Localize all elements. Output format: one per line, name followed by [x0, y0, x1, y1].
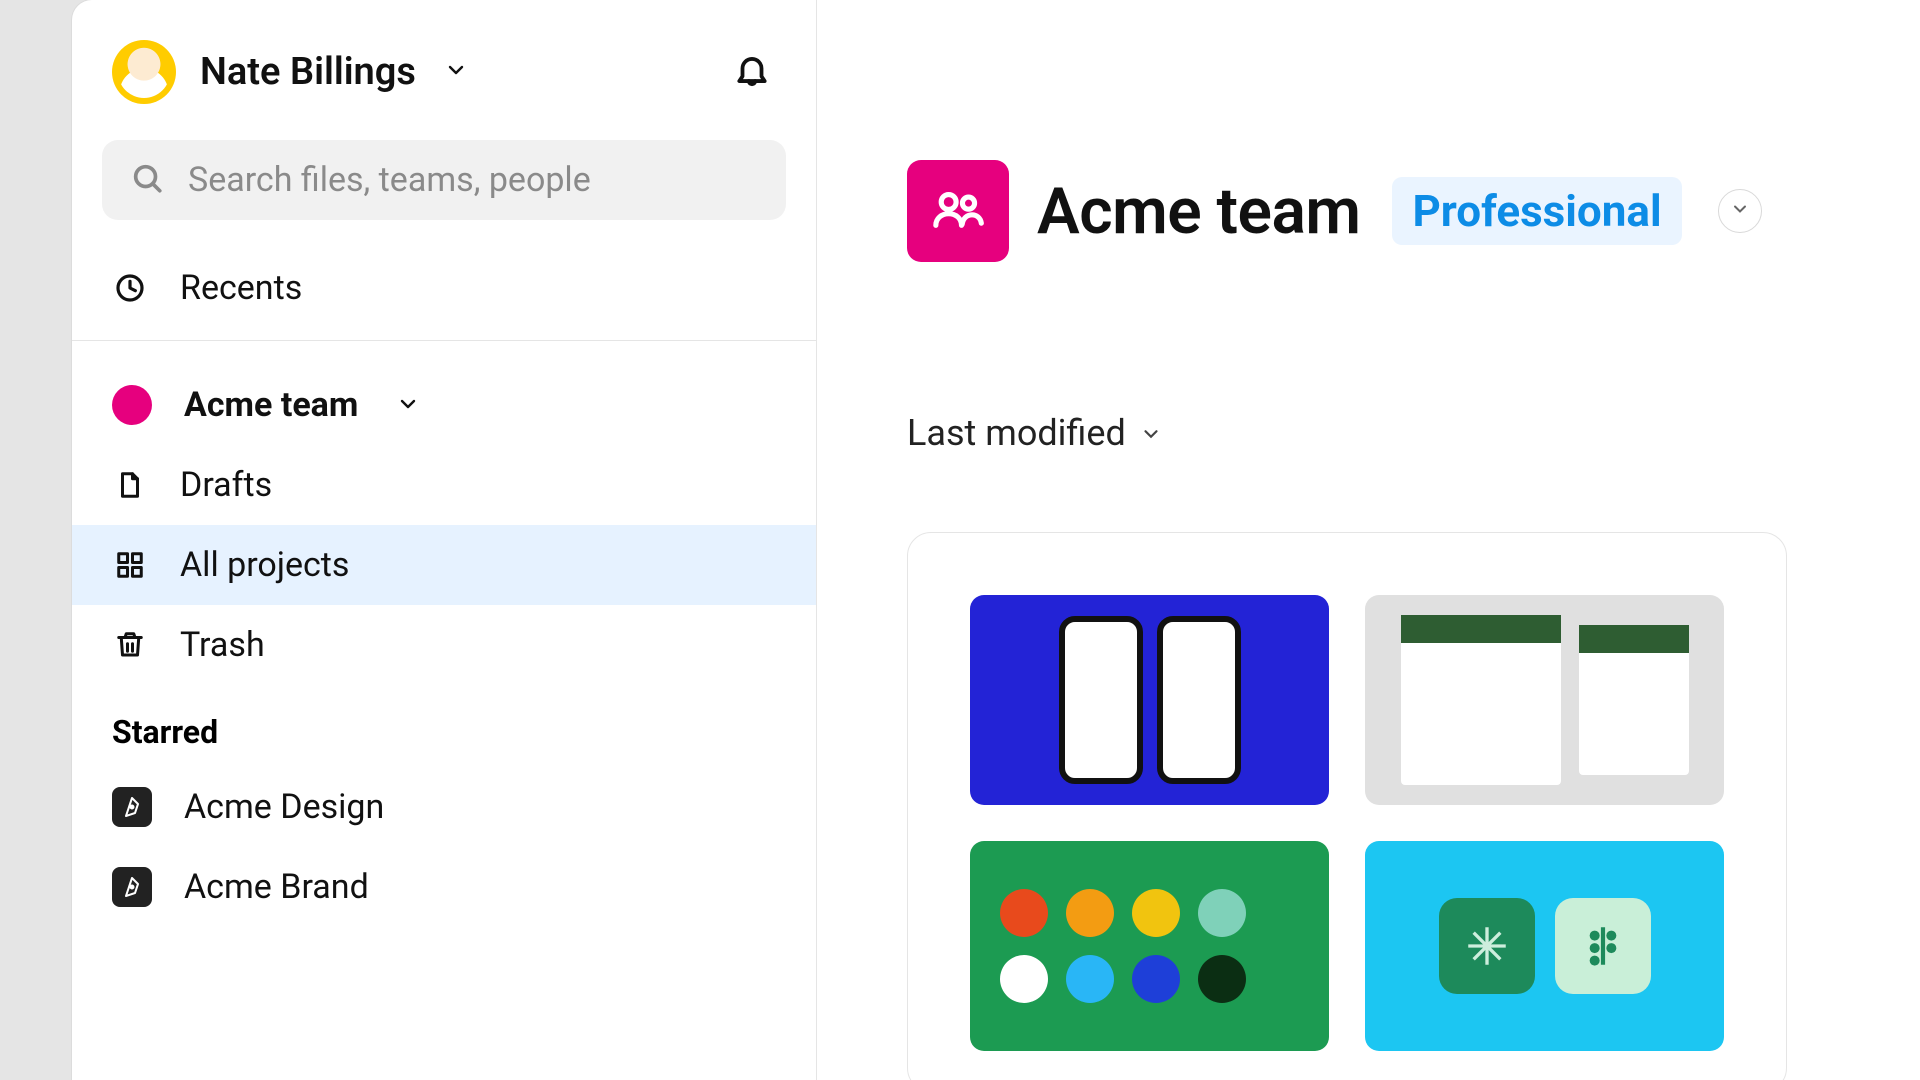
account-switcher[interactable]: Nate Billings — [72, 24, 816, 132]
file-icon — [112, 467, 148, 503]
sidebar-starred-item[interactable]: Acme Brand — [72, 847, 816, 927]
project-thumbnail — [970, 595, 1329, 805]
app-window: Nate Billings Recents — [72, 0, 1920, 1080]
people-icon — [930, 181, 986, 241]
trash-icon — [112, 627, 148, 663]
team-menu-button[interactable] — [1718, 189, 1762, 233]
sidebar-section-heading-starred: Starred — [72, 685, 816, 767]
search-input[interactable] — [188, 160, 758, 200]
chevron-down-icon — [1730, 199, 1750, 223]
chevron-down-icon — [1140, 412, 1162, 454]
clock-icon — [112, 270, 148, 306]
main-content: Acme team Professional Last modified — [817, 0, 1920, 1080]
sidebar-item-label: Recents — [180, 268, 302, 308]
page-title: Acme team — [1037, 174, 1360, 249]
sidebar-starred-item[interactable]: Acme Design — [72, 767, 816, 847]
sidebar-item-label: Acme Brand — [184, 867, 369, 907]
grid-icon — [112, 547, 148, 583]
pen-nib-icon — [112, 787, 152, 827]
chevron-down-icon — [444, 58, 468, 86]
team-header: Acme team Professional — [907, 160, 1830, 262]
sidebar-item-label: Acme team — [184, 385, 358, 425]
sidebar-item-label: Acme Design — [184, 787, 384, 827]
sidebar-item-label: All projects — [180, 545, 349, 585]
sidebar-item-drafts[interactable]: Drafts — [72, 445, 816, 525]
team-avatar — [907, 160, 1009, 262]
sort-dropdown[interactable]: Last modified — [907, 412, 1830, 454]
search-icon — [130, 161, 164, 199]
sidebar: Nate Billings Recents — [72, 0, 817, 1080]
sidebar-item-trash[interactable]: Trash — [72, 605, 816, 685]
sidebar-item-all-projects[interactable]: All projects — [72, 525, 816, 605]
divider — [72, 340, 816, 341]
bell-icon — [733, 51, 771, 93]
sidebar-item-recents[interactable]: Recents — [72, 248, 816, 328]
project-thumbnail — [970, 841, 1329, 1051]
sidebar-team-switcher[interactable]: Acme team — [72, 365, 816, 445]
sidebar-item-label: Trash — [180, 625, 265, 665]
team-color-dot — [112, 385, 152, 425]
project-card[interactable] — [907, 532, 1787, 1080]
sort-label: Last modified — [907, 412, 1126, 454]
avatar — [112, 40, 176, 104]
sidebar-item-label: Drafts — [180, 465, 272, 505]
project-thumbnail — [1365, 595, 1724, 805]
plan-badge[interactable]: Professional — [1392, 177, 1681, 245]
search-box[interactable] — [102, 140, 786, 220]
project-thumbnail — [1365, 841, 1724, 1051]
chevron-down-icon — [396, 385, 420, 425]
notifications-button[interactable] — [728, 48, 776, 96]
user-name-label: Nate Billings — [200, 50, 416, 94]
pen-nib-icon — [112, 867, 152, 907]
